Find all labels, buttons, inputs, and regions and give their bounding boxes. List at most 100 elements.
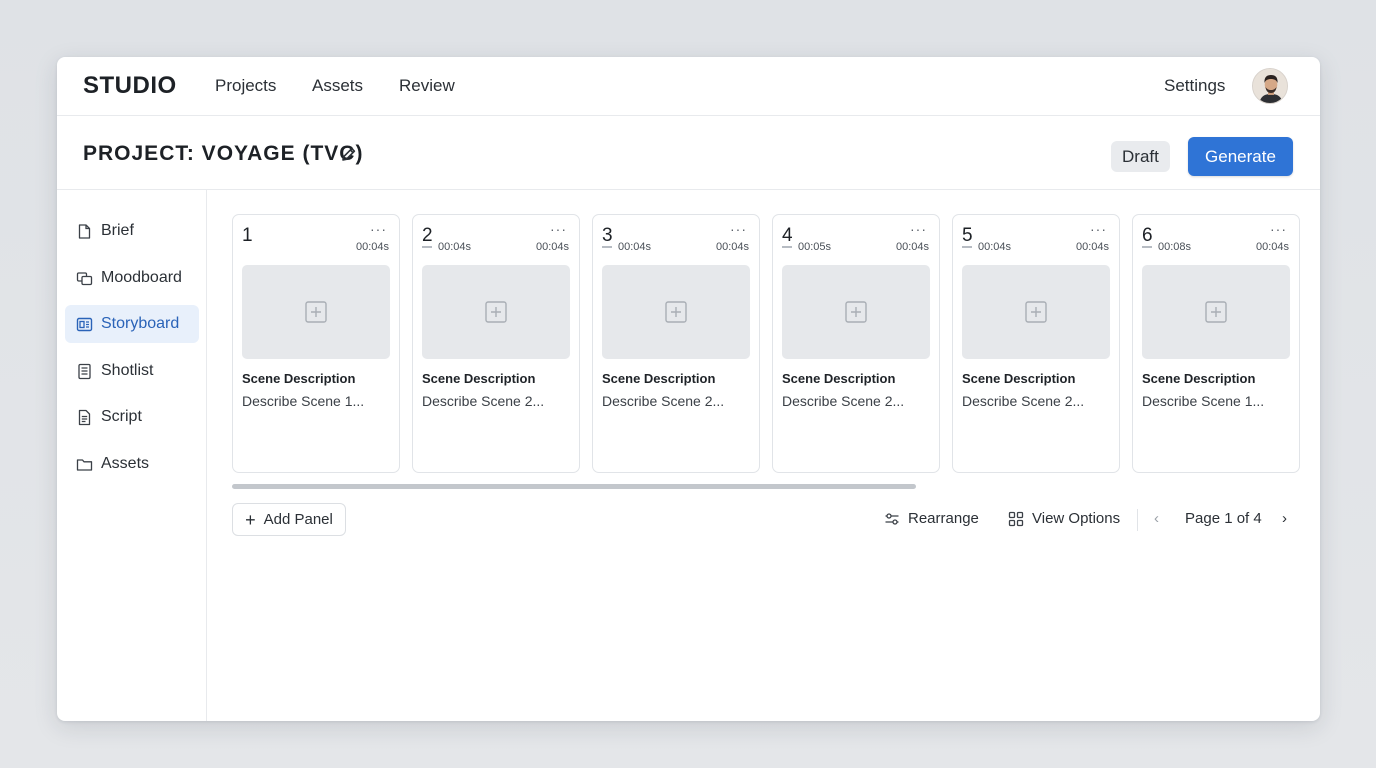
storyboard-panel-2[interactable]: 2 ··· 00:04s 00:04s Scene Description De… (412, 214, 580, 473)
panel-duration: 00:04s (895, 241, 929, 253)
timeline-dash (602, 246, 612, 248)
more-options-icon[interactable]: ··· (550, 221, 567, 237)
scene-description[interactable]: Describe Scene 2... (602, 393, 724, 409)
panel-thumbnail[interactable] (602, 265, 750, 359)
nav-review[interactable]: Review (399, 76, 455, 96)
pencil-edit-icon[interactable] (340, 145, 358, 163)
panel-duration: 00:04s (1075, 241, 1109, 253)
view-options-label: View Options (1032, 510, 1121, 527)
sidebar-item-label: Script (101, 408, 142, 425)
panel-start-time: 00:08s (1142, 241, 1191, 253)
panel-start-time: 00:05s (782, 241, 831, 253)
shotlist-icon (78, 363, 91, 379)
panel-thumbnail[interactable] (962, 265, 1110, 359)
start-time-text: 00:04s (438, 241, 472, 253)
panel-duration: 00:04s (355, 241, 389, 253)
scene-title: Scene Description (782, 371, 896, 386)
sidebar-item-moodboard[interactable]: Moodboard (65, 259, 199, 297)
scene-description[interactable]: Describe Scene 2... (962, 393, 1084, 409)
panel-duration: 00:04s (535, 241, 569, 253)
sidebar-item-storyboard[interactable]: Storyboard (65, 305, 199, 343)
sidebar-item-assets[interactable]: Assets (65, 445, 199, 483)
timeline-dash (962, 246, 972, 248)
panel-thumbnail[interactable] (242, 265, 390, 359)
project-header: PROJECT: VOYAGE (TVC) Draft Generate (57, 116, 1320, 190)
panel-thumbnail[interactable] (782, 265, 930, 359)
scene-description[interactable]: Describe Scene 1... (1142, 393, 1264, 409)
more-options-icon[interactable]: ··· (1090, 221, 1107, 237)
grid-icon (1008, 511, 1024, 526)
panel-duration: 00:04s (715, 241, 749, 253)
sidebar-item-script[interactable]: Script (65, 398, 199, 436)
settings-link[interactable]: Settings (1164, 76, 1225, 96)
pagination-text: Page 1 of 4 (1185, 510, 1262, 527)
storyboard-panel-3[interactable]: 3 ··· 00:04s 00:04s Scene Description De… (592, 214, 760, 473)
sidebar-item-label: Storyboard (101, 315, 180, 332)
panels-scrollbar[interactable] (232, 484, 1300, 490)
panel-duration: 00:04s (1255, 241, 1289, 253)
panel-number: 1 (242, 225, 253, 246)
start-time-text: 00:05s (798, 241, 832, 253)
add-image-icon (665, 301, 687, 323)
panel-start-time: 00:04s (422, 241, 471, 253)
panel-thumbnail[interactable] (422, 265, 570, 359)
panel-start-time: 00:04s (602, 241, 651, 253)
scene-title: Scene Description (242, 371, 356, 386)
avatar[interactable] (1252, 68, 1288, 104)
scene-title: Scene Description (1142, 371, 1256, 386)
chevron-right-icon[interactable]: › (1282, 510, 1287, 527)
scene-description[interactable]: Describe Scene 2... (782, 393, 904, 409)
more-options-icon[interactable]: ··· (910, 221, 927, 237)
timeline-dash (782, 246, 792, 248)
page-title: PROJECT: VOYAGE (TVC) (83, 142, 364, 165)
app-window: STUDIO Projects Assets Review Settings P… (57, 57, 1320, 721)
status-badge: Draft (1111, 141, 1170, 172)
view-options-button[interactable]: View Options (1008, 510, 1120, 527)
nav-assets[interactable]: Assets (312, 76, 363, 96)
rearrange-button[interactable]: Rearrange (884, 510, 979, 527)
scene-description[interactable]: Describe Scene 1... (242, 393, 364, 409)
sliders-icon (885, 512, 899, 525)
add-image-icon (1025, 301, 1047, 323)
sidebar-item-shotlist[interactable]: Shotlist (65, 352, 199, 390)
panel-thumbnail[interactable] (1142, 265, 1290, 359)
more-options-icon[interactable]: ··· (1270, 221, 1287, 237)
generate-button[interactable]: Generate (1188, 137, 1293, 176)
scene-description[interactable]: Describe Scene 2... (422, 393, 544, 409)
brief-icon (78, 223, 91, 239)
scene-title: Scene Description (962, 371, 1076, 386)
panel-start-time: 00:04s (962, 241, 1011, 253)
scene-title: Scene Description (602, 371, 716, 386)
start-time-text: 00:08s (1158, 241, 1192, 253)
add-image-icon (305, 301, 327, 323)
script-icon (78, 409, 91, 425)
storyboard-panel-5[interactable]: 5 ··· 00:04s 00:04s Scene Description De… (952, 214, 1120, 473)
timeline-dash (422, 246, 432, 248)
more-options-icon[interactable]: ··· (730, 221, 747, 237)
more-options-icon[interactable]: ··· (370, 221, 387, 237)
sidebar-item-label: Brief (101, 222, 134, 239)
start-time-text: 00:04s (618, 241, 652, 253)
rearrange-label: Rearrange (908, 510, 979, 527)
scrollbar-thumb[interactable] (232, 484, 916, 489)
plus-icon: + (245, 509, 256, 530)
add-image-icon (485, 301, 507, 323)
chevron-left-icon[interactable]: ‹ (1154, 510, 1159, 527)
add-image-icon (1205, 301, 1227, 323)
sidebar: Brief Moodboard Storyboard Shotlist Scri… (57, 190, 207, 721)
add-panel-button[interactable]: + Add Panel (232, 503, 346, 536)
moodboard-icon (76, 271, 93, 285)
scene-title: Scene Description (422, 371, 536, 386)
storyboard-panel-6[interactable]: 6 ··· 00:08s 00:04s Scene Description De… (1132, 214, 1300, 473)
top-navbar: STUDIO Projects Assets Review Settings (57, 57, 1320, 116)
nav-projects[interactable]: Projects (215, 76, 276, 96)
sidebar-item-label: Assets (101, 455, 150, 472)
folder-icon (76, 458, 93, 471)
storyboard-panel-1[interactable]: 1 ··· 00:04s Scene Description Describe … (232, 214, 400, 473)
add-panel-label: Add Panel (263, 511, 333, 528)
timeline-dash (1142, 246, 1152, 248)
sidebar-item-brief[interactable]: Brief (65, 212, 199, 250)
storyboard-panel-4[interactable]: 4 ··· 00:05s 00:04s Scene Description De… (772, 214, 940, 473)
sidebar-item-label: Shotlist (101, 362, 154, 379)
brand-logo: STUDIO (83, 72, 177, 99)
